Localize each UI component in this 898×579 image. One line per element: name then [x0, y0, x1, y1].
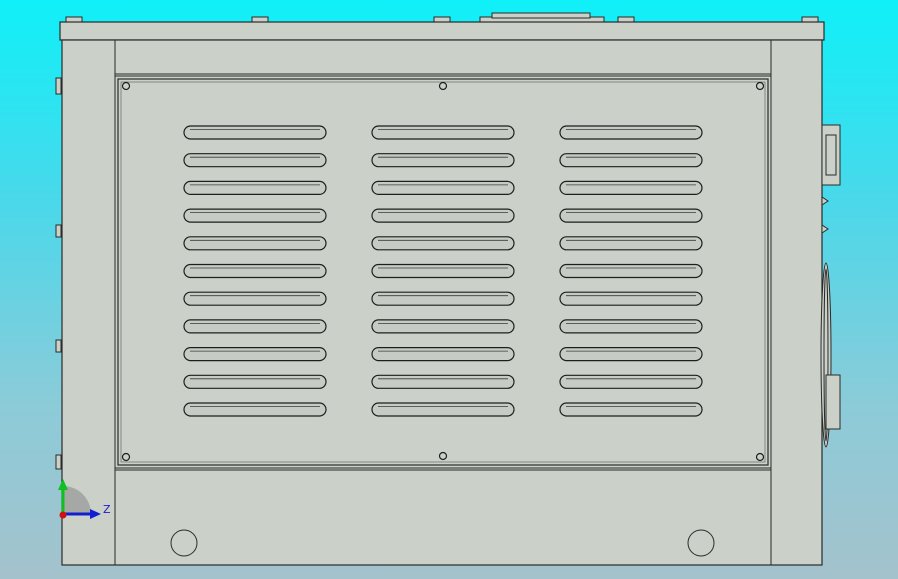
right-side-connectors — [820, 124, 841, 448]
cad-viewport[interactable] — [0, 0, 898, 579]
louver-slot — [371, 180, 515, 195]
louver-slot — [371, 402, 515, 417]
louver-slot — [183, 374, 327, 389]
panel-screw — [755, 81, 765, 91]
louver-slot — [371, 374, 515, 389]
louver-slot — [183, 319, 327, 334]
louver-slot — [183, 291, 327, 306]
louver-slot — [559, 263, 703, 279]
panel-screw — [755, 452, 765, 462]
louver-slot — [183, 402, 327, 417]
panel-screw — [438, 81, 448, 91]
louver-slot — [559, 374, 703, 389]
louver-slot — [183, 208, 327, 223]
top-lid — [59, 21, 825, 41]
louver-slot — [183, 125, 327, 140]
bottom-hole-left — [170, 529, 198, 557]
louver-slot — [559, 319, 703, 334]
louver-slot — [183, 180, 327, 195]
louver-slot — [183, 347, 327, 362]
louver-slot — [183, 263, 327, 279]
louver-slot — [183, 153, 327, 168]
louver-slot — [371, 347, 515, 362]
louver-slot — [559, 402, 703, 417]
panel-screw — [121, 452, 131, 462]
louver-slot — [371, 208, 515, 223]
louver-slot — [559, 153, 703, 168]
louver-slot — [371, 153, 515, 168]
panel-screw — [121, 81, 131, 91]
louver-slot — [559, 125, 703, 140]
left-side-hardware — [55, 77, 62, 470]
panel-screw — [438, 451, 448, 461]
louver-slot — [371, 125, 515, 140]
louver-slot — [371, 319, 515, 334]
bottom-hole-right — [687, 529, 715, 557]
louver-slot — [559, 180, 703, 195]
louver-slot — [559, 236, 703, 251]
louver-slot — [559, 208, 703, 223]
louver-slot — [371, 291, 515, 306]
louver-slot — [371, 236, 515, 251]
louver-slot — [559, 291, 703, 306]
axis-z-label: Z — [103, 503, 111, 516]
louver-slot — [183, 236, 327, 251]
louver-slot — [371, 263, 515, 279]
top-hardware — [65, 12, 819, 23]
louver-slot — [559, 347, 703, 362]
